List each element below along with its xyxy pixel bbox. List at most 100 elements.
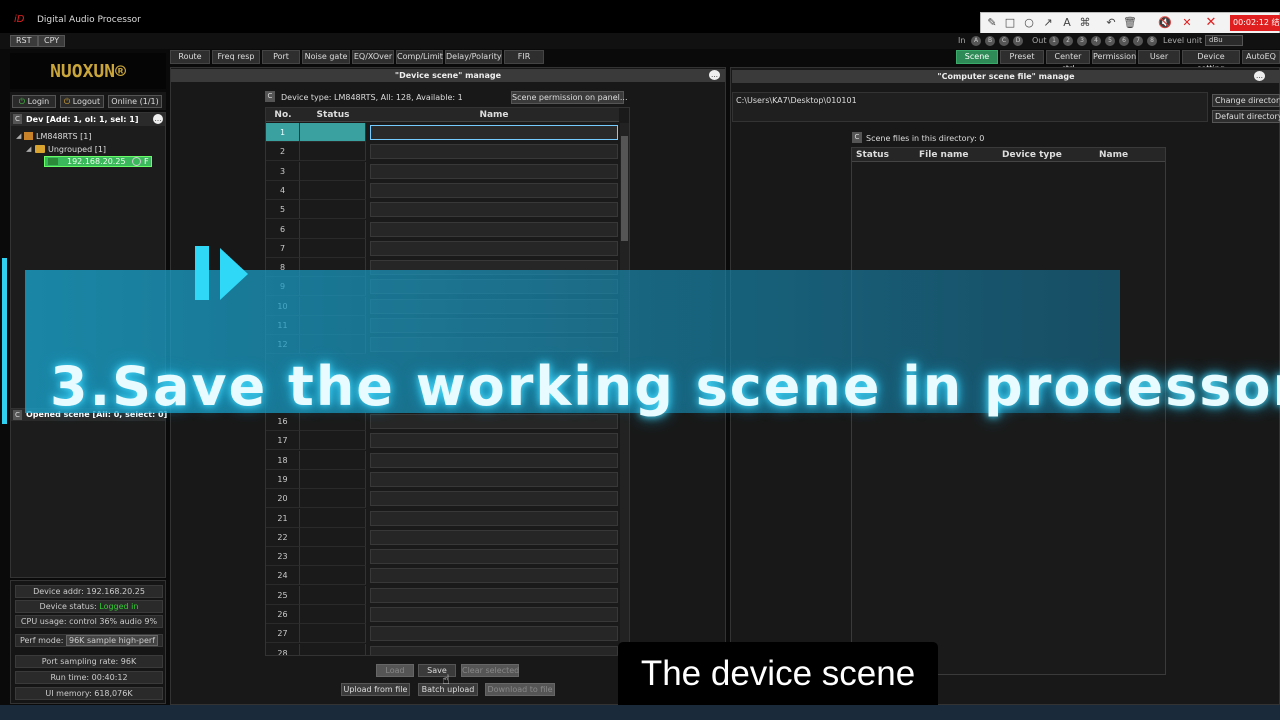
change-directory-button[interactable]: Change directory — [1212, 94, 1280, 107]
col-no[interactable]: No. — [266, 110, 300, 120]
col-status[interactable]: Status — [300, 110, 366, 120]
tab-noise-gate[interactable]: Noise gate — [302, 50, 350, 64]
input-c-indicator[interactable]: C — [999, 36, 1009, 46]
input-b-indicator[interactable]: B — [985, 36, 995, 46]
table-row[interactable]: 24 — [266, 566, 619, 586]
row-name-field[interactable] — [370, 607, 618, 622]
output-3-indicator[interactable]: 3 — [1077, 36, 1087, 46]
row-name-field[interactable] — [370, 587, 618, 603]
row-name-field[interactable] — [370, 645, 618, 655]
tab-fir[interactable]: FIR — [504, 50, 544, 64]
close-icon[interactable]: ✕ — [1204, 16, 1218, 30]
input-a-indicator[interactable]: A — [971, 36, 981, 46]
clear-selected-button[interactable]: Clear selected — [461, 664, 519, 677]
table-row[interactable]: 4 — [266, 180, 619, 200]
row-name-field[interactable] — [370, 163, 618, 179]
tab-center-ctrl[interactable]: Center ctrl — [1046, 50, 1090, 73]
table-row[interactable]: 22 — [266, 527, 619, 547]
output-8-indicator[interactable]: 8 — [1147, 36, 1157, 46]
tab-device-setting[interactable]: Device setting — [1182, 50, 1240, 73]
tree-expand-icon[interactable]: ◢ — [26, 145, 31, 153]
row-name-field[interactable] — [370, 510, 618, 526]
highlighter-icon[interactable]: ⌘ — [1078, 16, 1092, 30]
table-row[interactable]: 19 — [266, 469, 619, 489]
cpy-button[interactable]: CPY — [38, 35, 66, 47]
save-button[interactable]: Save — [418, 664, 456, 677]
row-name-field[interactable] — [370, 471, 618, 487]
table-row[interactable]: 5 — [266, 200, 619, 220]
table-row[interactable]: 2 — [266, 142, 619, 162]
trash-icon[interactable]: 🗑 — [1123, 16, 1137, 30]
input-d-indicator[interactable]: D — [1013, 36, 1023, 46]
output-1-indicator[interactable]: 1 — [1049, 36, 1059, 46]
row-name-field[interactable] — [370, 452, 618, 468]
row-name-field[interactable] — [370, 549, 618, 565]
tab-route[interactable]: Route — [170, 50, 210, 64]
mic-mute-icon[interactable]: ✕ — [1180, 16, 1194, 30]
table-row[interactable]: 17 — [266, 431, 619, 451]
perf-mode-select[interactable]: 96K sample high-perf — [66, 635, 159, 646]
row-name-field[interactable] — [370, 221, 618, 237]
tab-freq-resp[interactable]: Freq resp — [212, 50, 260, 64]
tree-group-node[interactable]: Ungrouped [1] — [48, 145, 106, 154]
rst-button[interactable]: RST — [10, 35, 38, 47]
table-row[interactable]: 6 — [266, 219, 619, 239]
collapse-icon[interactable]: C — [13, 114, 22, 124]
row-name-field[interactable] — [370, 433, 618, 449]
table-row[interactable]: 23 — [266, 547, 619, 567]
level-unit-select[interactable]: dBu — [1205, 35, 1243, 46]
chat-icon[interactable]: … — [153, 114, 163, 124]
tab-scene[interactable]: Scene — [956, 50, 998, 64]
scrollbar-thumb[interactable] — [621, 136, 628, 241]
col-name[interactable]: Name — [370, 110, 618, 120]
output-6-indicator[interactable]: 6 — [1119, 36, 1129, 46]
col-device-type[interactable]: Device type — [1002, 150, 1062, 160]
tab-user[interactable]: User — [1138, 50, 1180, 64]
tab-comp-limit[interactable]: Comp/Limit — [396, 50, 443, 64]
tab-autoeq[interactable]: AutoEQ — [1242, 50, 1280, 64]
table-row[interactable]: 21 — [266, 508, 619, 528]
row-name-field[interactable] — [370, 202, 618, 218]
recording-timer[interactable]: 00:02:12 结束 — [1230, 15, 1280, 31]
table-row[interactable]: 20 — [266, 489, 619, 509]
scene-permission-button[interactable]: Scene permission on panel... — [511, 91, 628, 104]
table-row[interactable]: 27 — [266, 624, 619, 644]
collapse-icon[interactable]: C — [265, 91, 275, 102]
table-row[interactable]: 25 — [266, 585, 619, 605]
load-button[interactable]: Load — [376, 664, 414, 677]
output-5-indicator[interactable]: 5 — [1105, 36, 1115, 46]
output-7-indicator[interactable]: 7 — [1133, 36, 1143, 46]
logout-button[interactable]: ⏻ Logout — [60, 95, 104, 108]
row-name-field[interactable] — [370, 529, 618, 545]
tab-permission[interactable]: Permission — [1092, 50, 1136, 64]
circle-icon[interactable]: ○ — [1022, 16, 1036, 30]
upload-from-file-button[interactable]: Upload from file — [341, 683, 410, 696]
row-name-field[interactable] — [370, 125, 618, 140]
col-name[interactable]: Name — [1099, 150, 1128, 160]
row-name-field[interactable] — [370, 240, 618, 256]
pencil-icon[interactable]: ✎ — [985, 16, 999, 30]
chat-icon[interactable]: … — [1254, 71, 1265, 81]
collapse-icon[interactable]: C — [852, 132, 862, 143]
row-name-field[interactable] — [370, 626, 618, 642]
default-directory-button[interactable]: Default directory — [1212, 110, 1280, 123]
table-row[interactable]: 7 — [266, 238, 619, 258]
row-name-field[interactable] — [370, 182, 618, 198]
tab-preset[interactable]: Preset — [1000, 50, 1044, 64]
col-status[interactable]: Status — [856, 150, 889, 160]
table-row[interactable]: 28 — [266, 643, 619, 655]
col-file-name[interactable]: File name — [919, 150, 969, 160]
tab-eq-xover[interactable]: EQ/XOver — [352, 50, 394, 64]
table-row[interactable]: 18 — [266, 450, 619, 470]
tab-port[interactable]: Port — [262, 50, 300, 64]
output-4-indicator[interactable]: 4 — [1091, 36, 1101, 46]
login-button[interactable]: ⏻ Login — [12, 95, 56, 108]
collapse-icon[interactable]: C — [13, 410, 22, 420]
tree-device-node[interactable]: LM848RTS [1] — [36, 132, 91, 141]
square-icon[interactable]: □ — [1003, 16, 1017, 30]
row-name-field[interactable] — [370, 144, 618, 160]
speaker-mute-icon[interactable]: 🔇 — [1158, 16, 1172, 30]
arrow-icon[interactable]: ↗ — [1041, 16, 1055, 30]
output-2-indicator[interactable]: 2 — [1063, 36, 1073, 46]
text-icon[interactable]: A — [1060, 16, 1074, 30]
